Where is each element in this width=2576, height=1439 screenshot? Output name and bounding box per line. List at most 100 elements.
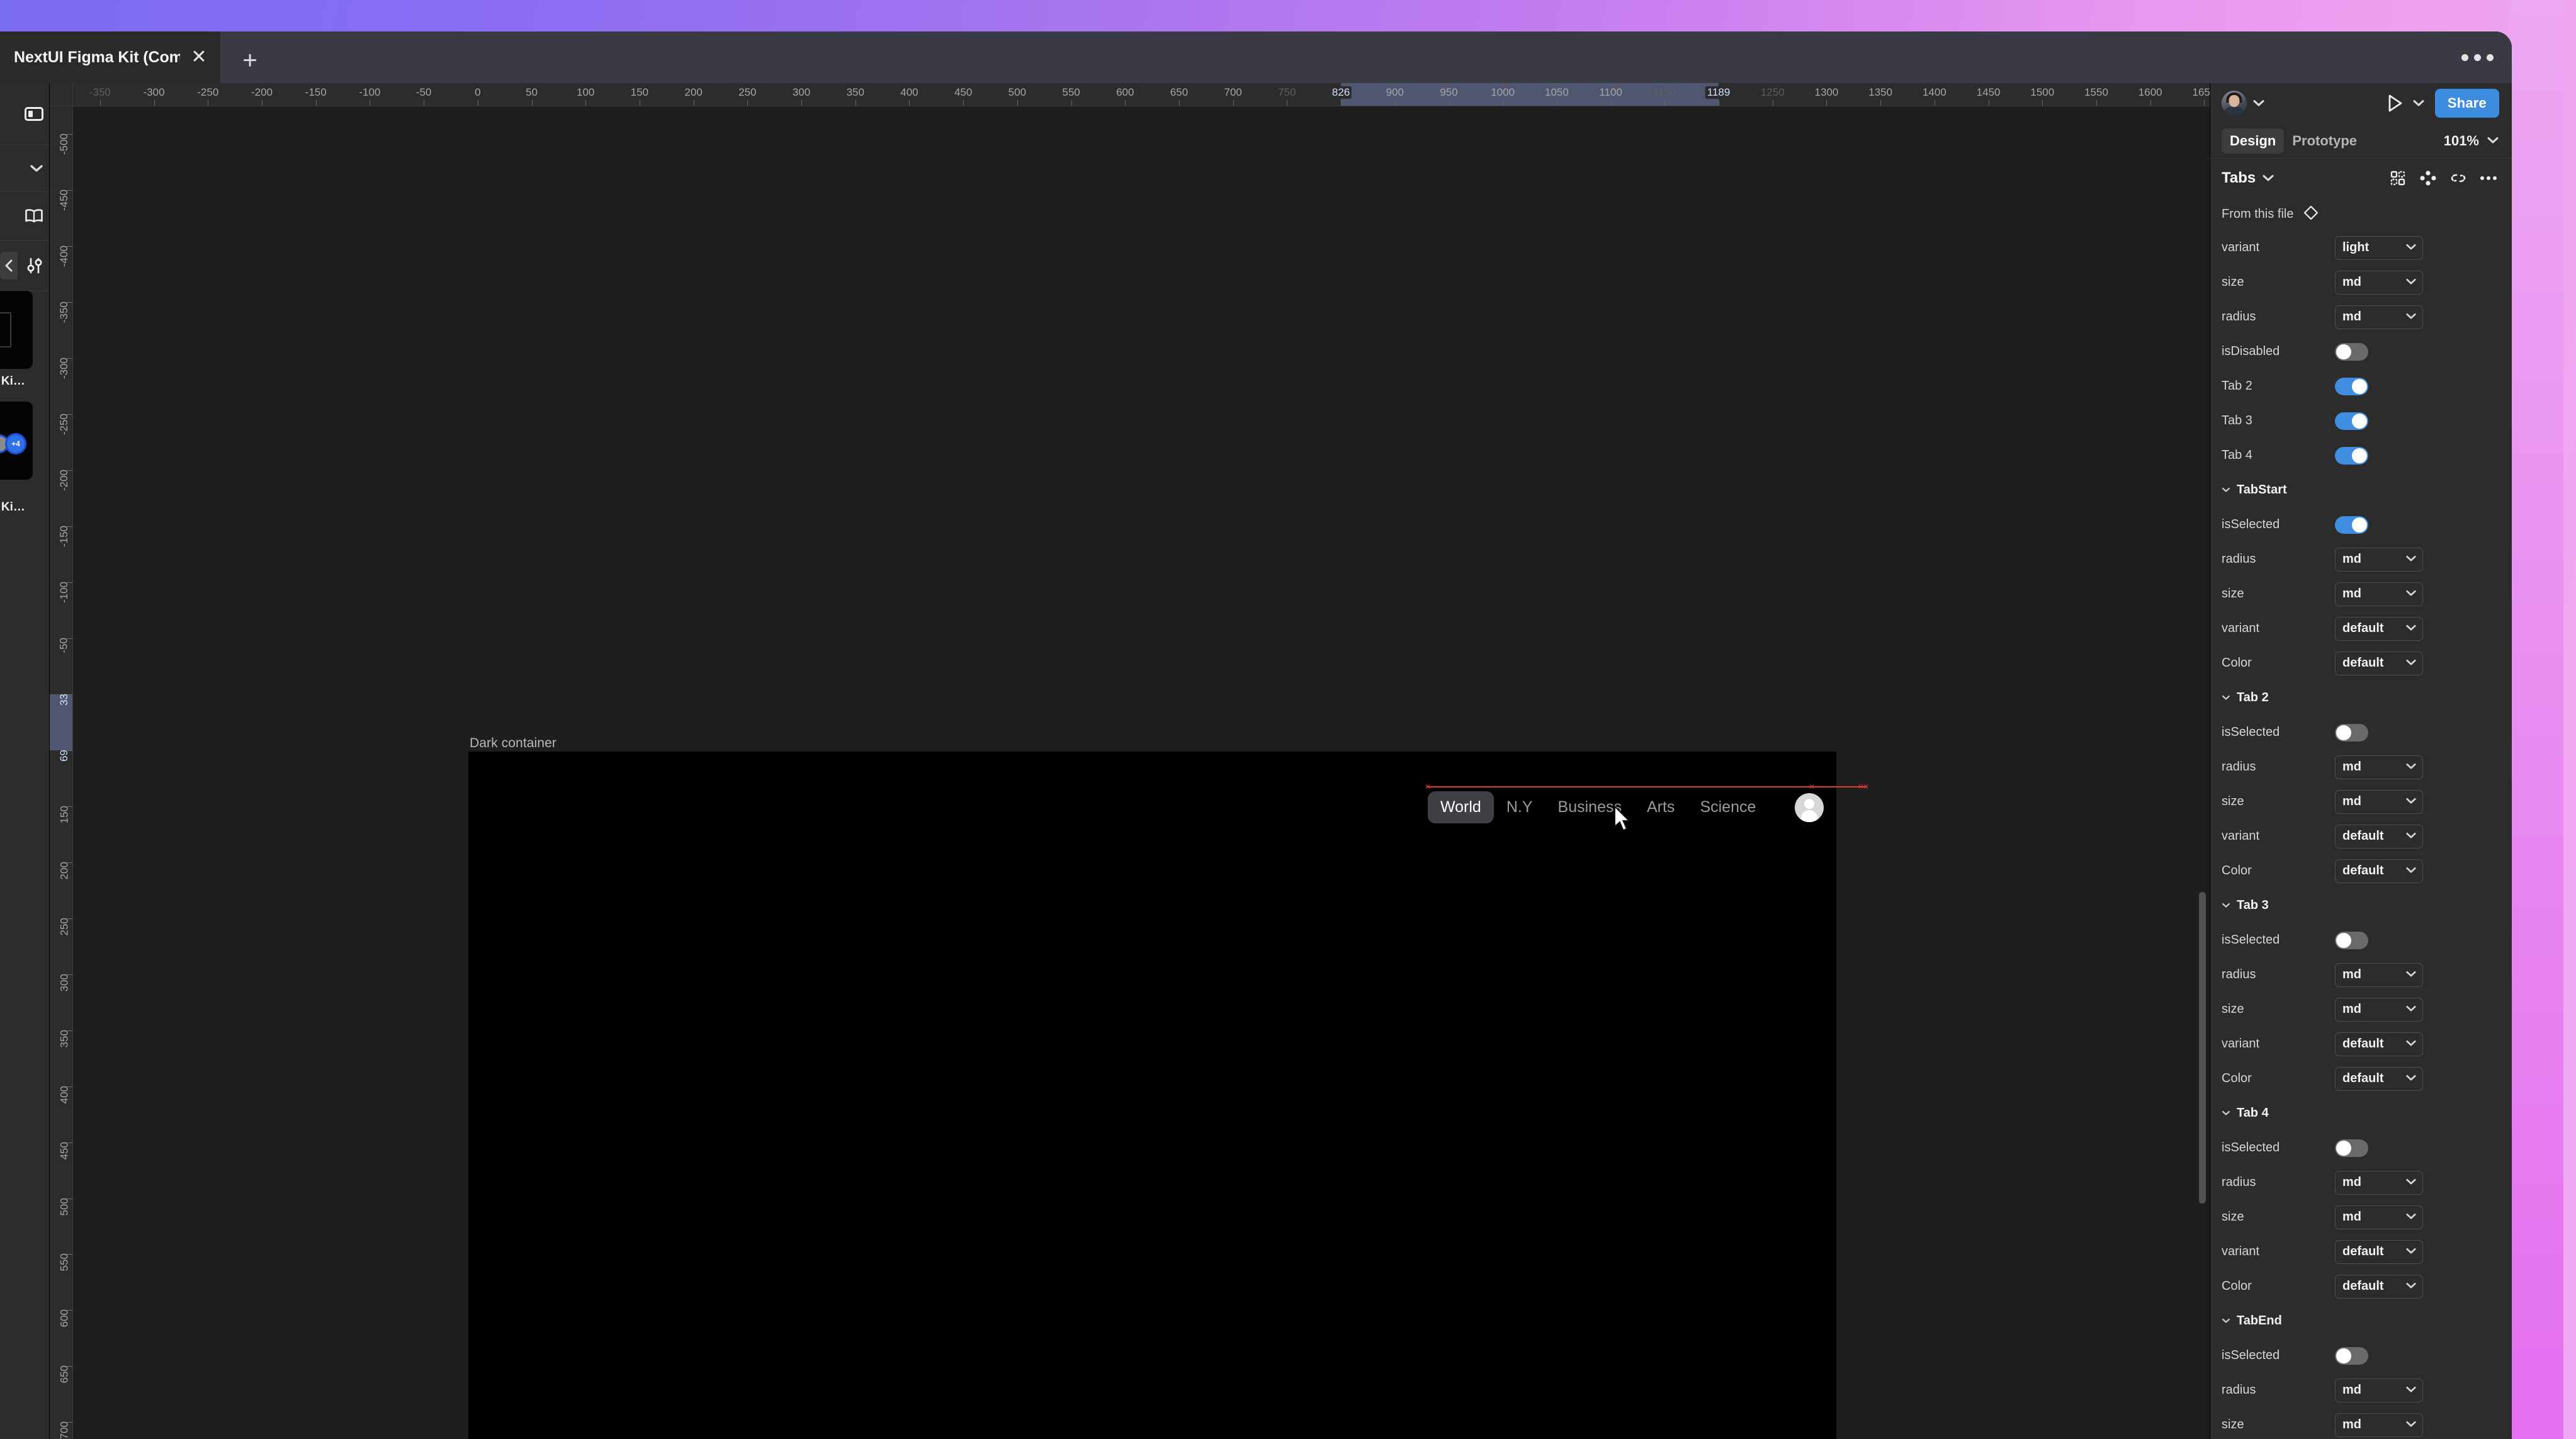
property-select-size[interactable]: md xyxy=(2335,1205,2423,1229)
property-select-radius[interactable]: md xyxy=(2335,755,2423,779)
chevron-down-icon[interactable] xyxy=(2405,1074,2417,1083)
property-select-radius[interactable]: md xyxy=(2335,962,2423,987)
property-select-color[interactable]: default xyxy=(2335,859,2423,883)
property-group-tab-4[interactable]: Tab 4 xyxy=(2210,1096,2512,1131)
tab-ny[interactable]: N.Y xyxy=(1494,791,1545,823)
chevron-down-icon[interactable] xyxy=(2405,312,2417,322)
selection-handle[interactable]: × xyxy=(1808,782,1816,792)
chevron-down-icon[interactable] xyxy=(2405,1178,2417,1187)
property-select-variant[interactable]: default xyxy=(2335,616,2423,641)
vertical-ruler[interactable]: -500 -450 -400 -350 -300 -250 -200 -150 -100 -50 3… xyxy=(50,106,73,1439)
chevron-down-icon[interactable] xyxy=(2405,1005,2417,1014)
property-select-color[interactable]: default xyxy=(2335,1066,2423,1091)
user-avatar-icon[interactable] xyxy=(1795,793,1824,822)
selection-handle[interactable]: × xyxy=(1424,782,1432,792)
tab-prototype[interactable]: Prototype xyxy=(2284,128,2365,154)
property-toggle-isselected[interactable] xyxy=(2335,516,2368,534)
rail-file-card[interactable]: a Ki… xyxy=(0,291,47,389)
browser-tab[interactable]: NextUI Figma Kit (Community) (C ✕ xyxy=(0,31,220,83)
chevron-down-icon[interactable] xyxy=(2222,693,2230,703)
property-select-radius[interactable]: md xyxy=(2335,547,2423,572)
chevron-down-icon[interactable] xyxy=(30,164,43,172)
property-select-radius[interactable]: md xyxy=(2335,1378,2423,1402)
chevron-down-icon[interactable] xyxy=(2222,901,2230,910)
chevron-down-icon[interactable] xyxy=(2405,762,2417,772)
property-select-size[interactable]: md xyxy=(2335,270,2423,295)
dark-container-frame[interactable] xyxy=(468,752,1836,1439)
book-icon[interactable] xyxy=(25,208,43,223)
property-select-color[interactable]: default xyxy=(2335,1274,2423,1299)
more-options-icon[interactable] xyxy=(2477,166,2500,190)
sliders-icon[interactable] xyxy=(25,257,44,274)
user-avatar-icon[interactable] xyxy=(2222,91,2247,116)
chevron-down-icon[interactable] xyxy=(2405,1039,2417,1049)
chevron-down-icon[interactable] xyxy=(2405,243,2417,252)
close-icon[interactable]: ✕ xyxy=(186,45,212,70)
frame-label[interactable]: Dark container xyxy=(470,736,556,751)
property-select-variant[interactable]: default xyxy=(2335,1032,2423,1056)
figma-canvas[interactable]: Dark container × × × × World N.Y Busines… xyxy=(73,106,2210,1439)
selection-handle[interactable]: × xyxy=(1862,782,1870,792)
chevron-down-icon[interactable] xyxy=(2405,970,2417,979)
chevron-down-icon[interactable] xyxy=(2405,658,2417,668)
chevron-down-icon[interactable] xyxy=(2412,98,2425,109)
chevron-down-icon[interactable] xyxy=(2252,98,2265,109)
property-group-tabstart[interactable]: TabStart xyxy=(2210,473,2512,507)
panel-layout-icon[interactable] xyxy=(25,106,43,121)
property-toggle-isdisabled[interactable] xyxy=(2335,342,2368,361)
property-select-size[interactable]: md xyxy=(2335,582,2423,606)
new-tab-button[interactable]: + xyxy=(220,38,280,83)
tab-world[interactable]: World xyxy=(1428,791,1494,823)
property-select-size[interactable]: md xyxy=(2335,1413,2423,1437)
detach-instance-icon[interactable] xyxy=(2446,166,2470,190)
canvas-scrollbar[interactable] xyxy=(2199,892,2206,1204)
chevron-down-icon[interactable] xyxy=(2405,1282,2417,1291)
property-group-tab-2[interactable]: Tab 2 xyxy=(2210,680,2512,715)
chevron-down-icon[interactable] xyxy=(2405,866,2417,876)
chevron-down-icon[interactable] xyxy=(2487,135,2499,146)
property-group-tabend[interactable]: TabEnd xyxy=(2210,1304,2512,1338)
property-toggle-isselected[interactable] xyxy=(2335,723,2368,742)
horizontal-ruler[interactable]: -350 -300 -250 -200 -150 -100 -50 0 50 100 150 200 2… xyxy=(73,83,2210,106)
tab-arts[interactable]: Arts xyxy=(1634,791,1687,823)
property-toggle-tab-4[interactable] xyxy=(2335,446,2368,465)
chevron-down-icon[interactable] xyxy=(2405,589,2417,599)
play-icon[interactable] xyxy=(2387,94,2404,113)
chevron-down-icon[interactable] xyxy=(2262,173,2274,184)
chevron-down-icon[interactable] xyxy=(2405,1212,2417,1222)
property-select-variant[interactable]: light xyxy=(2335,235,2423,260)
chevron-down-icon[interactable] xyxy=(2405,832,2417,841)
tab-science[interactable]: Science xyxy=(1687,791,1768,823)
property-select-size[interactable]: md xyxy=(2335,997,2423,1022)
property-toggle-tab-2[interactable] xyxy=(2335,377,2368,395)
more-horizontal-icon[interactable] xyxy=(2443,31,2512,83)
chevron-down-icon[interactable] xyxy=(2222,485,2230,495)
collapse-panel-icon[interactable] xyxy=(0,251,18,279)
property-select-radius[interactable]: md xyxy=(2335,305,2423,329)
chevron-down-icon[interactable] xyxy=(2405,797,2417,806)
chevron-down-icon[interactable] xyxy=(2405,1385,2417,1395)
diamond-component-icon[interactable] xyxy=(2303,205,2319,223)
swap-instance-icon[interactable] xyxy=(2416,166,2440,190)
tab-design[interactable]: Design xyxy=(2222,128,2285,154)
chevron-down-icon[interactable] xyxy=(2405,624,2417,633)
component-grid-icon[interactable] xyxy=(2386,166,2410,190)
chevron-down-icon[interactable] xyxy=(2222,1316,2230,1326)
property-select-variant[interactable]: default xyxy=(2335,1239,2423,1264)
property-toggle-tab-3[interactable] xyxy=(2335,412,2368,430)
property-group-tab-3[interactable]: Tab 3 xyxy=(2210,888,2512,923)
chevron-down-icon[interactable] xyxy=(2222,1109,2230,1118)
rail-file-card[interactable]: +4 p a Ki… xyxy=(0,401,47,515)
chevron-down-icon[interactable] xyxy=(2405,1247,2417,1256)
property-toggle-isselected[interactable] xyxy=(2335,1139,2368,1157)
chevron-down-icon[interactable] xyxy=(2405,1420,2417,1430)
chevron-down-icon[interactable] xyxy=(2405,278,2417,287)
property-toggle-isselected[interactable] xyxy=(2335,931,2368,949)
share-button[interactable]: Share xyxy=(2434,89,2499,118)
property-select-size[interactable]: md xyxy=(2335,789,2423,814)
property-select-radius[interactable]: md xyxy=(2335,1170,2423,1195)
property-select-color[interactable]: default xyxy=(2335,651,2423,675)
property-select-variant[interactable]: default xyxy=(2335,824,2423,849)
chevron-down-icon[interactable] xyxy=(2405,555,2417,564)
zoom-control[interactable]: 101% xyxy=(2444,133,2499,149)
